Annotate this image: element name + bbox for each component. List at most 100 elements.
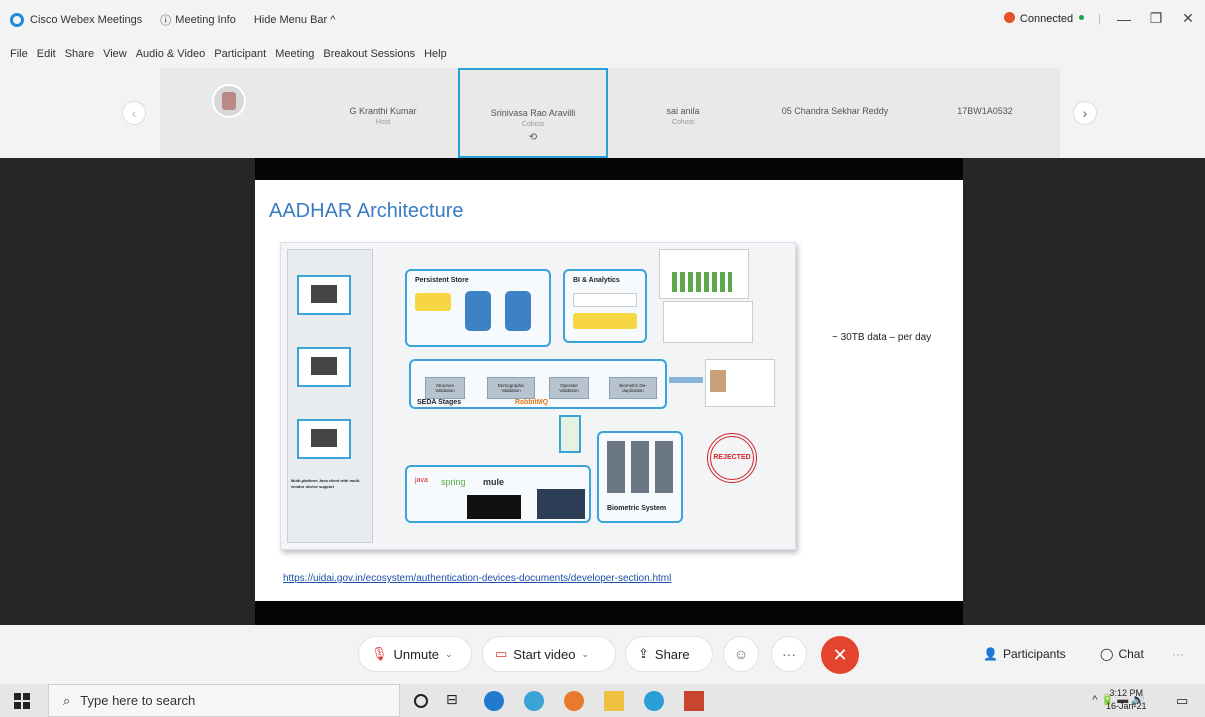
multi-platform-label: Multi-platform Java client with multi-ve… <box>291 478 361 489</box>
more-options-button[interactable]: ··· <box>771 636 807 672</box>
menu-meeting[interactable]: Meeting <box>275 48 314 60</box>
chevron-down-icon[interactable]: ⌄ <box>445 649 453 660</box>
close-icon[interactable]: ✕ <box>1179 10 1197 27</box>
photo-graphic <box>710 370 726 392</box>
signal-dot-icon <box>1079 15 1085 20</box>
chat-label: Chat <box>1118 647 1144 661</box>
hadoop-logo-icon <box>573 313 637 329</box>
participant-name: Srinivasa Rao Aravilli <box>490 108 576 118</box>
participant-tile[interactable]: 17BW1A0532 <box>910 68 1060 158</box>
webex-taskbar-icon[interactable] <box>644 691 664 711</box>
leave-meeting-button[interactable]: ✕ <box>821 636 859 674</box>
participant-tile[interactable]: 05 Chandra Sekhar Reddy <box>760 68 910 158</box>
menu-edit[interactable]: Edit <box>37 48 56 60</box>
menu-help[interactable]: Help <box>424 48 447 60</box>
self-avatar[interactable] <box>212 84 246 118</box>
dashboard-thumbnail <box>663 301 753 343</box>
stage-biometric: Biometric De-duplication <box>609 377 657 399</box>
participants-button[interactable]: 👤 Participants <box>983 638 1066 670</box>
cortana-icon[interactable] <box>414 694 428 708</box>
share-icon: ⇪ <box>638 646 649 661</box>
dashboard-thumbnail <box>659 249 749 299</box>
menu-file[interactable]: File <box>10 48 28 60</box>
start-video-label: Start video <box>513 646 576 662</box>
reactions-icon[interactable]: ☺ <box>723 636 759 672</box>
participant-name: 17BW1A0532 <box>957 106 1013 116</box>
architecture-diagram: Multi-platform Java client with multi-ve… <box>280 242 796 550</box>
pentaho-logo-icon <box>573 293 637 307</box>
meeting-info-button[interactable]: ⓘ Meeting Info <box>160 12 236 28</box>
database-icon <box>505 291 531 331</box>
task-view-icon[interactable]: ⊟ <box>446 691 466 711</box>
share-button[interactable]: ⇪ Share <box>625 636 713 672</box>
participant-name: sai anila <box>666 106 700 116</box>
participants-icon: 👤 <box>983 647 998 661</box>
notifications-icon[interactable]: ▭ <box>1176 693 1188 709</box>
hadoop-logo-icon <box>415 293 451 311</box>
more-panels-button[interactable]: ··· <box>1172 638 1184 670</box>
aadhaar-card-thumbnail <box>705 359 775 407</box>
chat-button[interactable]: ◯ Chat <box>1100 638 1144 670</box>
share-label: Share <box>654 646 690 662</box>
search-placeholder: Type here to search <box>80 693 196 708</box>
participant-name: G Kranthi Kumar <box>349 106 417 116</box>
participant-role: Host <box>375 119 391 126</box>
persistent-store-label: Persistent Store <box>415 277 469 284</box>
strip-prev-icon[interactable]: ‹ <box>122 101 146 125</box>
hide-menu-bar-button[interactable]: Hide Menu Bar ^ <box>254 14 336 26</box>
tech-stack-box: java spring mule <box>405 465 591 523</box>
seda-label: SEDA Stages <box>417 399 462 406</box>
sharing-icon: ⟲ <box>528 132 538 143</box>
mic-muted-icon: 🎙 <box>371 646 388 661</box>
connection-status[interactable]: Connected <box>1003 12 1085 25</box>
window-controls: Connected | — ❐ ✕ <box>1003 10 1197 27</box>
minimize-icon[interactable]: — <box>1115 11 1133 27</box>
biometric-devices-graphic <box>607 441 675 493</box>
unmute-button[interactable]: 🎙 Unmute ⌄ <box>358 636 472 672</box>
chrome-icon[interactable] <box>524 691 544 711</box>
participant-role: Cohost <box>521 121 545 128</box>
mule-label: mule <box>483 477 505 487</box>
slide-title: AADHAR Architecture <box>269 200 464 222</box>
participants-label: Participants <box>1002 647 1066 661</box>
java-label: java <box>415 477 428 484</box>
strip-next-icon[interactable]: › <box>1073 101 1097 125</box>
menu-participant[interactable]: Participant <box>214 48 266 60</box>
meeting-controls: 🎙 Unmute ⌄ ▭ Start video ⌄ ⇪ Share ☺ ···… <box>0 625 1205 684</box>
clock-date: 16-Jan-21 <box>1106 701 1147 711</box>
participant-tile[interactable]: G Kranthi Kumar Host <box>308 68 458 158</box>
taskbar-search[interactable]: ⌕ Type here to search <box>48 684 400 717</box>
menu-view[interactable]: View <box>103 48 127 60</box>
menu-breakout-sessions[interactable]: Breakout Sessions <box>323 48 415 60</box>
persistent-store-box: Persistent Store <box>405 269 551 347</box>
stage-operator: Operator Validation <box>549 377 589 399</box>
participant-strip: ‹ G Kranthi Kumar Host Srinivasa Rao Ara… <box>0 68 1205 158</box>
search-icon: ⌕ <box>63 692 71 708</box>
firefox-icon[interactable] <box>564 691 584 711</box>
start-video-button[interactable]: ▭ Start video ⌄ <box>482 636 616 672</box>
participant-tile-active[interactable]: Srinivasa Rao Aravilli Cohost ⟲ <box>458 68 608 158</box>
operator-icon <box>559 415 581 453</box>
chevron-down-icon[interactable]: ⌄ <box>581 649 589 660</box>
windows-taskbar: ⌕ Type here to search ⊟ ^ 🔋 ▬ 🔊 3:12 PM … <box>0 684 1205 717</box>
letterbox-bottom <box>255 601 963 625</box>
windows-start-icon[interactable] <box>14 693 30 709</box>
bar-graphic <box>672 272 732 292</box>
spring-label: spring <box>441 477 466 487</box>
taskbar-clock[interactable]: 3:12 PM 16-Jan-21 <box>1106 687 1147 713</box>
server-graphic <box>467 495 521 519</box>
participant-tile[interactable]: sai anila Cohost <box>608 68 758 158</box>
menu-share[interactable]: Share <box>65 48 94 60</box>
menu-audio-video[interactable]: Audio & Video <box>136 48 206 60</box>
participant-name: 05 Chandra Sekhar Reddy <box>781 106 889 116</box>
developer-link[interactable]: https://uidai.gov.in/ecosystem/authentic… <box>283 573 671 584</box>
edge-icon[interactable] <box>484 691 504 711</box>
rabbitmq-label: RabbitMQ <box>515 399 549 406</box>
letterbox-top <box>255 158 963 180</box>
powerpoint-icon[interactable] <box>684 691 704 711</box>
chat-icon: ◯ <box>1100 647 1114 661</box>
video-off-icon: ▭ <box>495 646 508 661</box>
maximize-icon[interactable]: ❐ <box>1147 10 1165 27</box>
file-explorer-icon[interactable] <box>604 691 624 711</box>
database-icon <box>465 291 491 331</box>
